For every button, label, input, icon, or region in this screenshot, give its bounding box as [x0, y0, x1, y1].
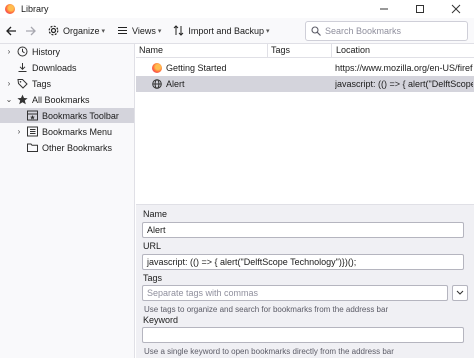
- sidebar-item-history[interactable]: › History: [0, 44, 134, 59]
- search-input[interactable]: Search Bookmarks: [305, 21, 468, 41]
- sidebar-tree: › History Downloads › Tags ⌄ All Bookmar…: [0, 44, 135, 358]
- sidebar-item-bookmarks-menu[interactable]: › Bookmarks Menu: [0, 124, 134, 139]
- firefox-icon: [152, 63, 162, 73]
- sidebar-item-label: Other Bookmarks: [42, 142, 113, 153]
- import-backup-label: Import and Backup: [188, 25, 264, 36]
- search-icon: [311, 26, 321, 36]
- bookmarks-menu-icon: [27, 126, 38, 137]
- window-title: Library: [21, 4, 49, 14]
- keyword-hint: Use a single keyword to open bookmarks d…: [144, 347, 394, 356]
- sidebar-item-label: Bookmarks Toolbar: [42, 110, 119, 121]
- chevron-down-icon[interactable]: ⌄: [4, 95, 14, 104]
- forward-button[interactable]: [22, 22, 40, 40]
- title-bar: Library: [0, 0, 474, 18]
- bookmarks-toolbar-icon: [27, 110, 38, 121]
- url-label: URL: [143, 241, 162, 251]
- keyword-field[interactable]: [142, 327, 464, 343]
- folder-icon: [27, 142, 38, 153]
- sidebar-item-other-bookmarks[interactable]: Other Bookmarks: [0, 140, 134, 155]
- chevron-down-icon: [456, 290, 464, 295]
- tags-placeholder: Separate tags with commas: [147, 288, 259, 298]
- row-name: Alert: [166, 79, 185, 89]
- sidebar-item-bookmarks-toolbar[interactable]: Bookmarks Toolbar: [0, 108, 134, 123]
- chevron-down-icon: ▾: [265, 27, 270, 35]
- import-export-icon: [174, 25, 184, 36]
- chevron-down-icon: ▾: [157, 27, 162, 35]
- name-field-value: Alert: [147, 225, 166, 235]
- url-field-value: javascript: (() => { alert("DelftScope T…: [147, 257, 357, 267]
- row-location: https://www.mozilla.org/en-US/firef...: [335, 63, 473, 73]
- chevron-right-icon[interactable]: ›: [4, 79, 14, 88]
- gear-icon: [48, 25, 59, 36]
- table-row[interactable]: Getting Started https://www.mozilla.org/…: [136, 60, 474, 76]
- arrow-left-icon: [6, 26, 16, 35]
- arrow-right-icon: [26, 26, 36, 35]
- import-backup-button[interactable]: Import and Backup ▾: [169, 21, 273, 41]
- table-row[interactable]: Alert javascript: (() => { alert("DelftS…: [136, 76, 474, 92]
- sidebar-item-label: Downloads: [32, 62, 77, 73]
- firefox-logo-icon: [5, 4, 15, 14]
- search-placeholder: Search Bookmarks: [325, 26, 402, 36]
- download-icon: [17, 62, 28, 73]
- minimize-icon: [380, 8, 388, 10]
- star-icon: [17, 94, 28, 105]
- toolbar: Organize ▾ Views ▾ Import and Backup ▾ S…: [0, 18, 474, 44]
- close-icon: [451, 4, 461, 14]
- tags-expander-button[interactable]: [452, 285, 468, 301]
- clock-icon: [17, 46, 28, 57]
- column-header-name[interactable]: Name: [139, 45, 163, 55]
- organize-button[interactable]: Organize ▾: [44, 21, 109, 41]
- close-button[interactable]: [438, 0, 474, 18]
- url-field[interactable]: javascript: (() => { alert("DelftScope T…: [142, 254, 464, 270]
- sidebar-item-all-bookmarks[interactable]: ⌄ All Bookmarks: [0, 92, 134, 107]
- name-label: Name: [143, 209, 168, 219]
- chevron-right-icon[interactable]: ›: [14, 127, 24, 136]
- back-button[interactable]: [2, 22, 20, 40]
- bookmark-list: Name Tags Location Getting Started https…: [136, 44, 474, 204]
- column-divider[interactable]: [267, 44, 268, 58]
- row-location: javascript: (() => { alert("DelftScope: [335, 79, 473, 89]
- tags-field[interactable]: Separate tags with commas: [142, 285, 448, 301]
- organize-label: Organize: [63, 25, 100, 36]
- row-name: Getting Started: [166, 63, 227, 73]
- chevron-right-icon[interactable]: ›: [4, 47, 14, 56]
- maximize-button[interactable]: [402, 0, 438, 18]
- globe-icon: [152, 79, 162, 91]
- column-header-row: Name Tags Location: [136, 44, 474, 58]
- views-label: Views: [132, 25, 156, 36]
- column-header-tags[interactable]: Tags: [271, 45, 290, 55]
- tags-label: Tags: [143, 273, 163, 283]
- sidebar-item-tags[interactable]: › Tags: [0, 76, 134, 91]
- bookmark-details-pane: Name Alert URL javascript: (() => { aler…: [136, 204, 474, 358]
- chevron-down-icon: ▾: [101, 27, 106, 35]
- views-button[interactable]: Views ▾: [113, 21, 165, 41]
- tag-icon: [17, 78, 28, 89]
- list-icon: [118, 27, 128, 34]
- sidebar-item-downloads[interactable]: Downloads: [0, 60, 134, 75]
- name-field[interactable]: Alert: [142, 222, 464, 238]
- sidebar-item-label: Tags: [32, 78, 52, 89]
- tags-hint: Use tags to organize and search for book…: [144, 305, 389, 314]
- maximize-icon: [416, 5, 424, 13]
- sidebar-item-label: All Bookmarks: [32, 94, 90, 105]
- column-header-location[interactable]: Location: [336, 45, 370, 55]
- sidebar-item-label: Bookmarks Menu: [42, 126, 113, 137]
- sidebar-item-label: History: [32, 46, 61, 57]
- minimize-button[interactable]: [366, 0, 402, 18]
- keyword-label: Keyword: [143, 315, 179, 325]
- column-divider[interactable]: [331, 44, 332, 58]
